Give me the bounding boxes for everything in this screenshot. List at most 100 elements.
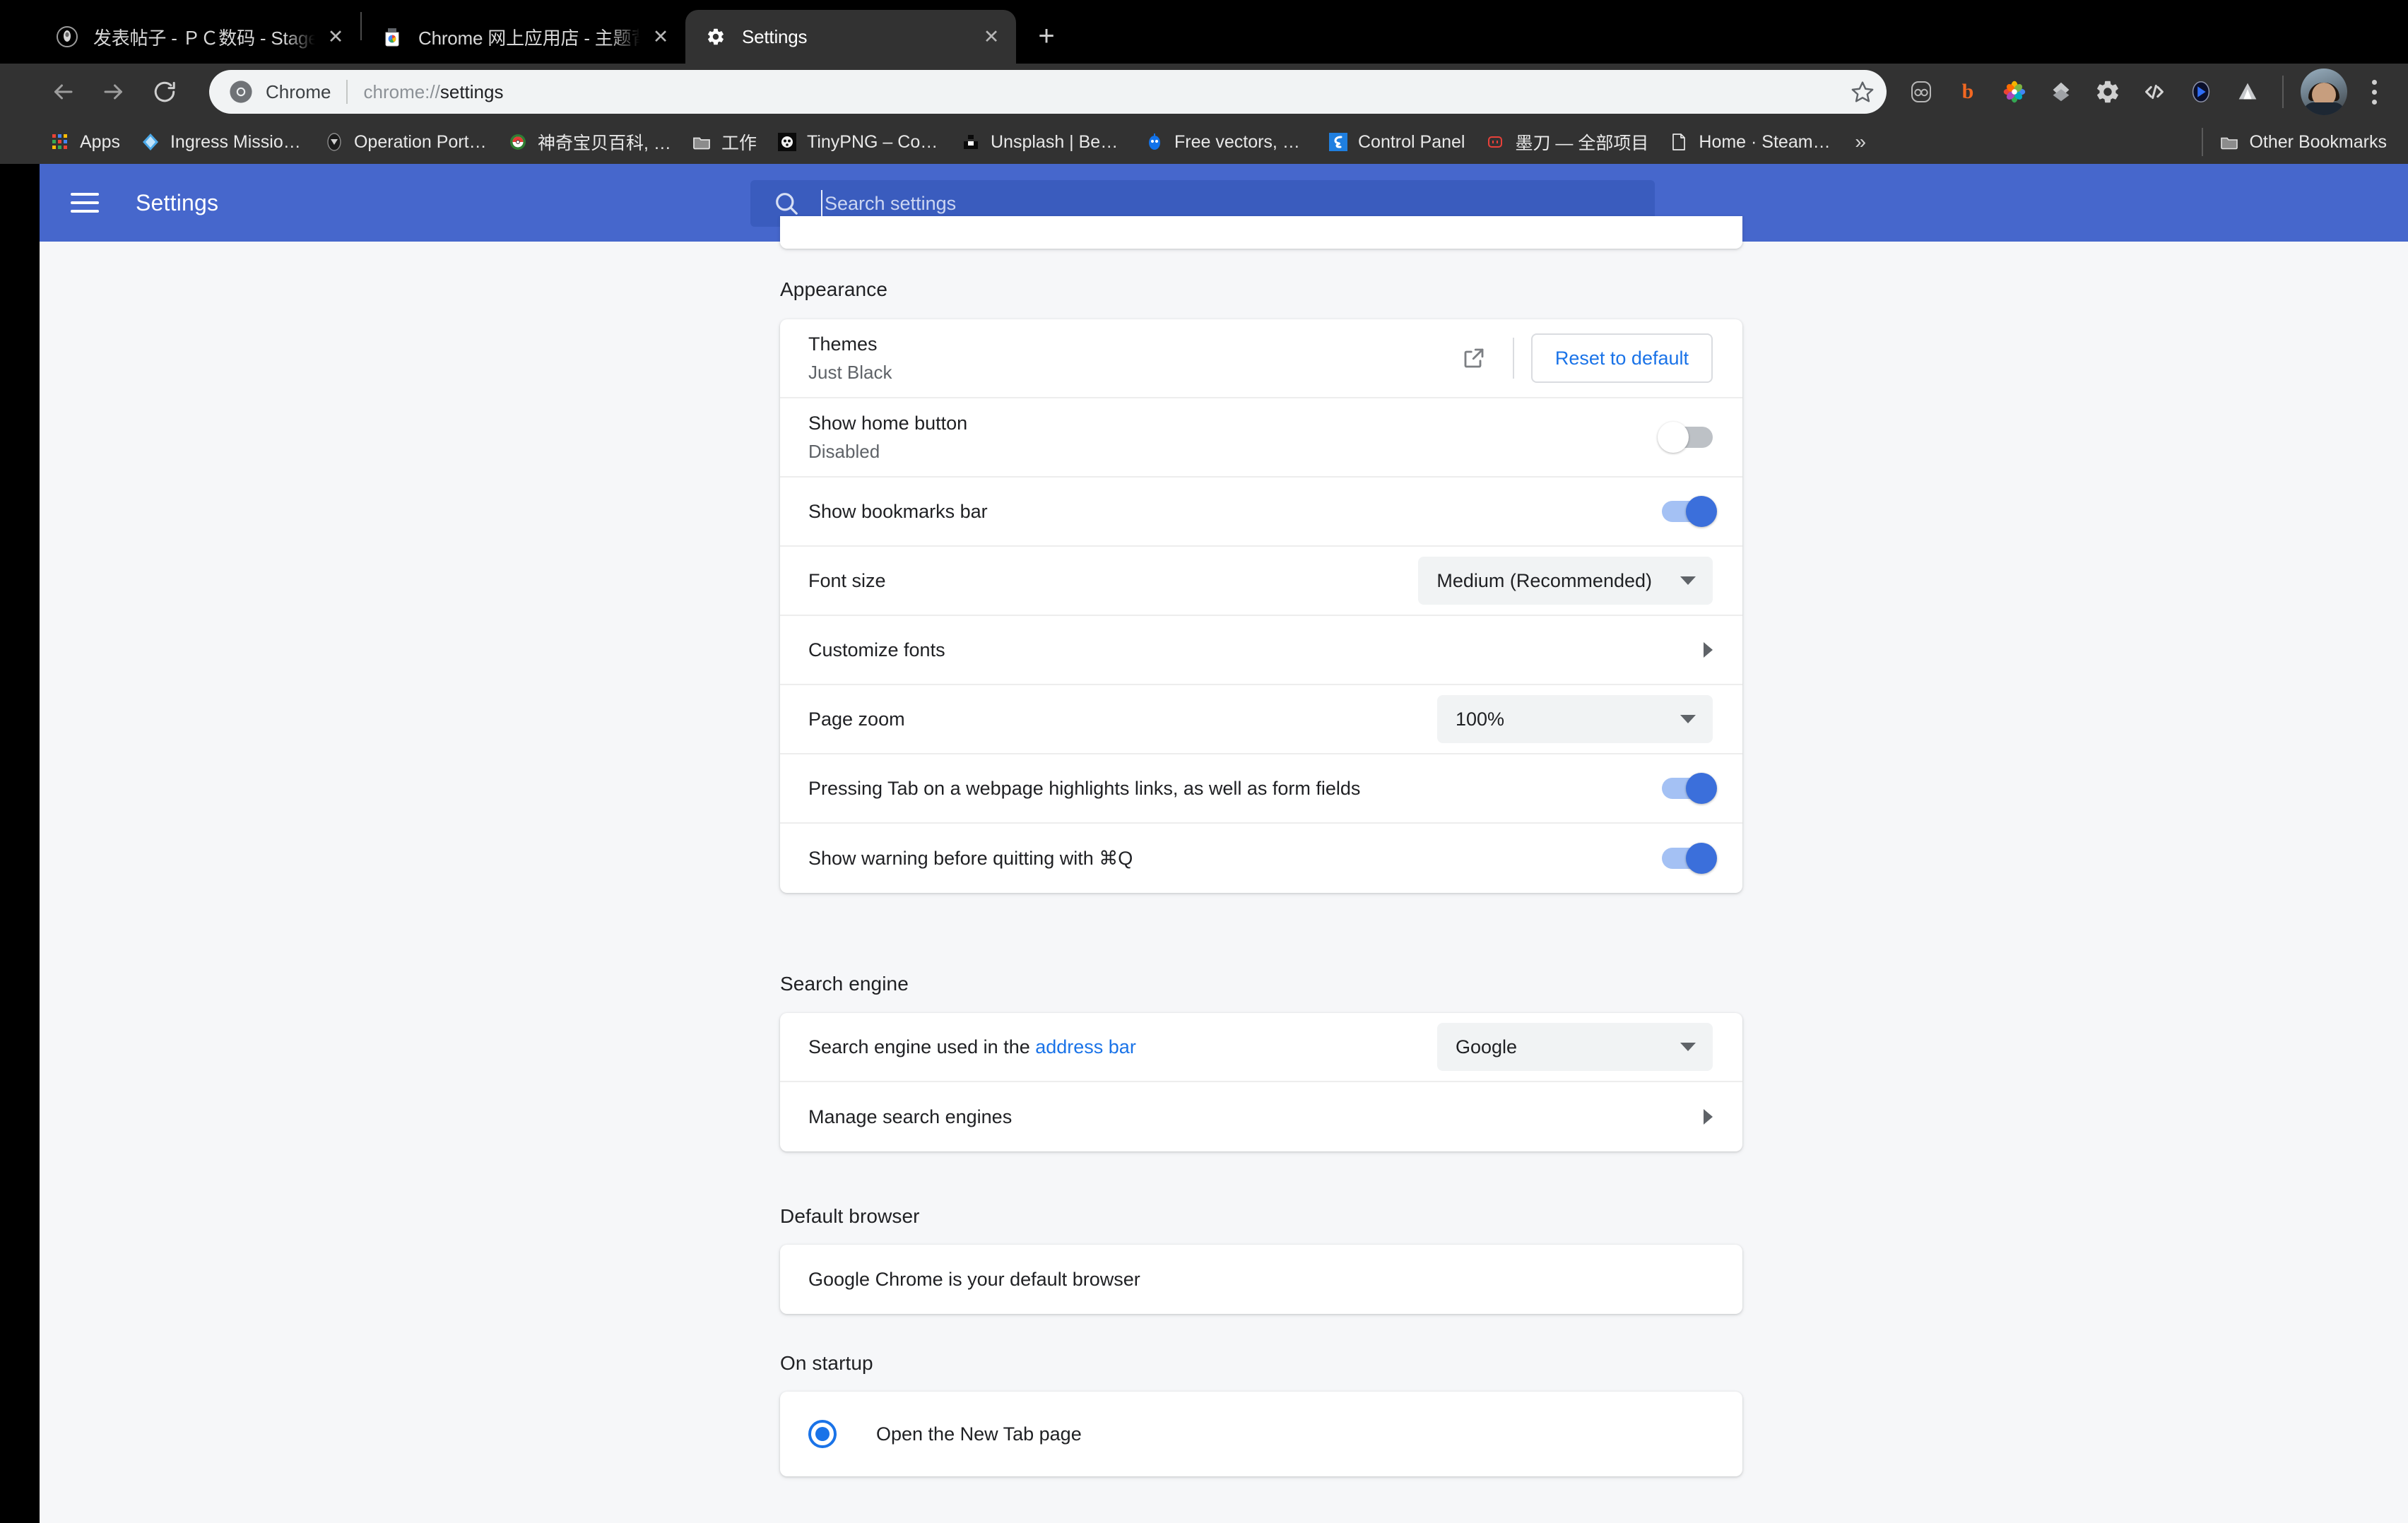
photos-extension-icon[interactable] <box>1993 70 2036 114</box>
row-customize-fonts[interactable]: Customize fonts <box>780 616 1742 685</box>
chevron-down-icon <box>1680 576 1696 585</box>
section-title-appearance: Appearance <box>780 278 888 300</box>
row-show-home-button[interactable]: Show home button Disabled <box>780 398 1742 478</box>
row-default-browser-status: Google Chrome is your default browser <box>780 1245 1742 1314</box>
toolbar-divider <box>2282 76 2284 108</box>
toggle-show-bookmarks-bar[interactable] <box>1662 496 1717 527</box>
row-manage-search-engines-label: Manage search engines <box>808 1106 1013 1127</box>
close-icon[interactable]: ✕ <box>321 22 350 52</box>
bookmark-label: Operation Portal R... <box>353 131 488 152</box>
bookmark-label: Home · SteamDB ·... <box>1699 131 1833 152</box>
ingress-icon <box>140 131 161 153</box>
toggle-show-home-button[interactable] <box>1658 422 1713 453</box>
section-title-search-engine: Search engine <box>780 973 909 995</box>
bookmark-other-bookmarks[interactable]: Other Bookmarks <box>2209 125 2397 159</box>
page-zoom-select[interactable]: 100% <box>1437 695 1713 743</box>
row-font-size-label: Font size <box>808 569 886 591</box>
address-bar[interactable]: Chrome chrome://settings <box>209 70 1887 114</box>
label-prefix: Search engine used in the <box>808 1036 1036 1057</box>
oo-extension-icon[interactable] <box>1899 70 1943 114</box>
new-tab-button[interactable]: + <box>1025 14 1068 58</box>
svg-text:b: b <box>1962 80 1974 103</box>
font-size-value: Medium (Recommended) <box>1436 569 1652 591</box>
unsplash-icon <box>960 131 981 153</box>
close-icon[interactable]: ✕ <box>976 22 1006 52</box>
reload-icon[interactable] <box>141 69 188 115</box>
bookmark-label: 神奇宝贝百科, 关... <box>537 134 671 153</box>
browser-tab-3-active[interactable]: Settings ✕ <box>685 10 1016 64</box>
bookmarks-overflow-button[interactable]: » <box>1842 131 1879 153</box>
row-show-home-button-status: Disabled <box>808 440 880 462</box>
star-icon[interactable] <box>1843 72 1882 112</box>
gear-icon <box>704 25 728 49</box>
bookmark-unsplash[interactable]: Unsplash | Beautif... <box>950 125 1134 159</box>
toggle-tab-highlights-links[interactable] <box>1662 773 1717 804</box>
row-quit-warning[interactable]: Show warning before quitting with ⌘Q <box>780 824 1742 893</box>
row-show-bookmarks-bar-text: Show bookmarks bar <box>808 499 1645 524</box>
open-in-new-icon[interactable] <box>1452 336 1496 380</box>
play-extension-icon[interactable] <box>2179 70 2223 114</box>
bookmark-tinypng[interactable]: TinyPNG – Compr... <box>767 125 950 159</box>
tab-title: 发表帖子 - ＰＣ数码 - Stage1st <box>93 27 315 49</box>
bookmark-operation-portal[interactable]: Operation Portal R... <box>314 125 497 159</box>
row-page-zoom[interactable]: Page zoom 100% <box>780 685 1742 754</box>
row-show-bookmarks-bar[interactable]: Show bookmarks bar <box>780 478 1742 547</box>
row-show-bookmarks-bar-label: Show bookmarks bar <box>808 500 988 522</box>
hamburger-icon[interactable] <box>71 183 110 223</box>
row-default-search-engine-label: Search engine used in the address bar <box>808 1034 1420 1060</box>
toggle-knob <box>1686 843 1717 874</box>
bookmarks-divider <box>2202 128 2204 156</box>
bookmark-label: Other Bookmarks <box>2249 131 2387 152</box>
row-manage-search-engines[interactable]: Manage search engines <box>780 1082 1742 1151</box>
row-quit-warning-label: Show warning before quitting with ⌘Q <box>808 847 1133 869</box>
chrome-logo-icon <box>229 80 253 104</box>
bookmark-modao[interactable]: 墨刀 — 全部项目 <box>1475 125 1658 159</box>
diamond-extension-icon[interactable] <box>2039 70 2083 114</box>
omnibox-divider <box>346 80 348 104</box>
bookmark-apps[interactable]: Apps <box>40 125 130 159</box>
bookmark-ingress-mission[interactable]: Ingress Mission A... <box>130 125 314 159</box>
row-open-new-tab-page[interactable]: Open the New Tab page <box>780 1392 1742 1476</box>
row-font-size[interactable]: Font size Medium (Recommended) <box>780 547 1742 616</box>
on-startup-card: Open the New Tab page <box>780 1392 1742 1476</box>
font-size-select[interactable]: Medium (Recommended) <box>1418 557 1713 605</box>
bookmark-steamdb[interactable]: Home · SteamDB ·... <box>1658 125 1842 159</box>
bookmark-control-panel[interactable]: Control Panel <box>1318 125 1475 159</box>
tab-title: Settings <box>742 25 808 47</box>
drive-extension-icon[interactable] <box>2226 70 2270 114</box>
forward-icon[interactable] <box>90 69 137 115</box>
pokemon-wiki-icon <box>507 131 529 153</box>
row-tab-highlights-links[interactable]: Pressing Tab on a webpage highlights lin… <box>780 754 1742 824</box>
row-themes-label: Themes <box>808 333 878 355</box>
default-browser-status: Google Chrome is your default browser <box>808 1268 1140 1290</box>
search-caret <box>821 190 822 217</box>
gear-extension-icon[interactable] <box>2086 70 2130 114</box>
omnibox-url-scheme: chrome:// <box>363 81 440 102</box>
row-page-zoom-text: Page zoom <box>808 706 1420 732</box>
code-extension-icon[interactable] <box>2132 70 2176 114</box>
toggle-quit-warning[interactable] <box>1662 843 1717 874</box>
row-default-search-engine[interactable]: Search engine used in the address bar Go… <box>780 1013 1742 1082</box>
back-icon[interactable] <box>40 69 86 115</box>
close-icon[interactable]: ✕ <box>646 22 675 52</box>
chrome-menu-icon[interactable] <box>2353 69 2395 115</box>
steamdb-icon <box>1668 131 1689 153</box>
bookmark-pokemon-wiki[interactable]: 神奇宝贝百科, 关... <box>497 125 681 159</box>
address-bar-link[interactable]: address bar <box>1035 1036 1136 1057</box>
row-default-search-engine-text: Search engine used in the address bar <box>808 1034 1420 1060</box>
row-divider <box>1512 338 1514 379</box>
bookmark-folder-work[interactable]: 工作 <box>681 125 767 159</box>
row-tab-highlights-links-label: Pressing Tab on a webpage highlights lin… <box>808 777 1361 799</box>
row-themes[interactable]: Themes Just Black Reset to default <box>780 319 1742 398</box>
browser-window: 发表帖子 - ＰＣ数码 - Stage1st ✕ Chrome 网上应用店 - … <box>0 0 2408 1523</box>
browser-tab-2[interactable]: Chrome 网上应用店 - 主题背景 ✕ <box>362 10 685 64</box>
honey-extension-icon[interactable]: b <box>1946 70 1990 114</box>
avatar[interactable] <box>2301 69 2347 115</box>
bookmark-freepik[interactable]: Free vectors, phot... <box>1134 125 1318 159</box>
reset-to-default-button[interactable]: Reset to default <box>1530 333 1713 383</box>
radio-open-new-tab-page[interactable] <box>808 1420 837 1448</box>
search-engine-select[interactable]: Google <box>1437 1023 1713 1071</box>
toggle-knob <box>1658 422 1689 453</box>
browser-tab-1[interactable]: 发表帖子 - ＰＣ数码 - Stage1st ✕ <box>37 10 360 64</box>
previous-section-card-clipped <box>780 216 1742 249</box>
